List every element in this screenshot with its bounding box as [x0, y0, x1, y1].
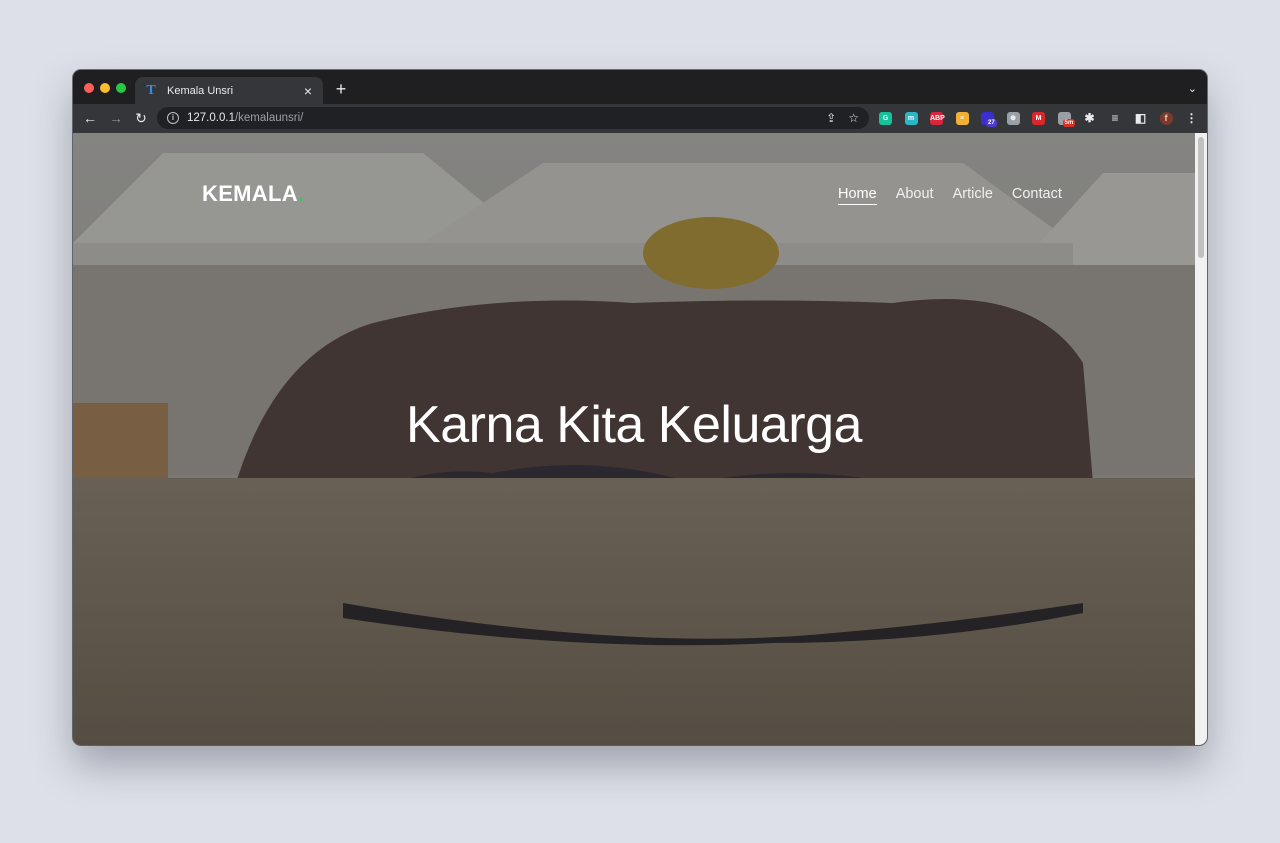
url-text[interactable]: 127.0.0.1/kemalaunsri/ — [187, 112, 303, 124]
share-icon[interactable]: ⇪ — [826, 111, 836, 125]
bookmark-star-icon[interactable]: ☆ — [848, 111, 859, 125]
page-scrollbar[interactable] — [1195, 133, 1207, 745]
profile-extension-icon[interactable]: 27 — [981, 112, 997, 127]
globe-extension-icon[interactable]: ⊕ — [1006, 112, 1020, 125]
url-host: 127.0.0.1 — [187, 112, 235, 124]
site-favicon-icon: T — [146, 82, 156, 98]
extensions-row: Gm ABP ≡ 27 ⊕ M 5m ✱ ≡ ◧ f ⋮ — [879, 110, 1207, 127]
tab-search-chevron-icon[interactable]: ⌄ — [1188, 82, 1197, 95]
main-navigation: Home About Article Contact — [838, 186, 1062, 205]
reading-list-icon[interactable]: ≡ — [1109, 112, 1122, 125]
close-window-button[interactable] — [84, 83, 94, 93]
nav-link-home[interactable]: Home — [838, 186, 877, 205]
page-viewport: KEMALA. Home About Article Contact Karna Ki… — [73, 133, 1195, 745]
browser-menu-icon[interactable]: ⋮ — [1185, 112, 1198, 125]
timer-extension-icon[interactable]: 5m — [1057, 112, 1076, 127]
hero-title: Karna Kita Keluarga — [406, 396, 862, 454]
maximize-window-button[interactable] — [116, 83, 126, 93]
mendeley-extension-icon[interactable]: m — [904, 112, 918, 125]
mega-extension-icon[interactable]: M — [1032, 112, 1045, 125]
extension-badge: 27 — [986, 119, 997, 127]
minimize-window-button[interactable] — [100, 83, 110, 93]
adblock-plus-extension-icon[interactable]: ABP — [930, 112, 945, 125]
browser-window: T Kemala Unsri × + ⌄ ← → ↻ i 127.0.0.1/k… — [73, 70, 1207, 745]
tab-title: Kemala Unsri — [167, 84, 234, 97]
extension-badge: 5m — [1062, 119, 1076, 127]
site-info-icon[interactable]: i — [167, 112, 179, 124]
puzzle-extensions-icon[interactable]: ✱ — [1083, 112, 1096, 125]
logo-dot: . — [297, 181, 305, 206]
scrollbar-thumb[interactable] — [1198, 137, 1204, 258]
tab-close-icon[interactable]: × — [301, 84, 315, 98]
url-path: /kemalaunsri/ — [234, 112, 304, 124]
address-bar[interactable]: i 127.0.0.1/kemalaunsri/ ⇪ ☆ — [157, 107, 869, 129]
site-logo[interactable]: KEMALA. — [202, 181, 304, 207]
browser-toolbar: ← → ↻ i 127.0.0.1/kemalaunsri/ ⇪ ☆ Gm ABP… — [73, 104, 1207, 133]
notes-extension-icon[interactable]: ≡ — [955, 112, 969, 125]
tab-strip: T Kemala Unsri × + ⌄ — [73, 70, 1207, 104]
grammarly-extension-icon[interactable]: G — [879, 112, 892, 125]
reload-icon[interactable]: ↻ — [132, 109, 150, 127]
nav-link-article[interactable]: Article — [953, 186, 993, 205]
back-arrow-icon[interactable]: ← — [81, 109, 99, 127]
nav-link-about[interactable]: About — [896, 186, 934, 205]
new-tab-button[interactable]: + — [333, 80, 349, 98]
logo-text: KEMALA — [202, 181, 298, 206]
side-panel-icon[interactable]: ◧ — [1134, 112, 1147, 125]
browser-tab[interactable]: T Kemala Unsri × — [135, 77, 323, 104]
forward-arrow-icon[interactable]: → — [107, 109, 125, 127]
nav-link-contact[interactable]: Contact — [1012, 186, 1062, 205]
profile-avatar-icon[interactable]: f — [1159, 112, 1173, 125]
